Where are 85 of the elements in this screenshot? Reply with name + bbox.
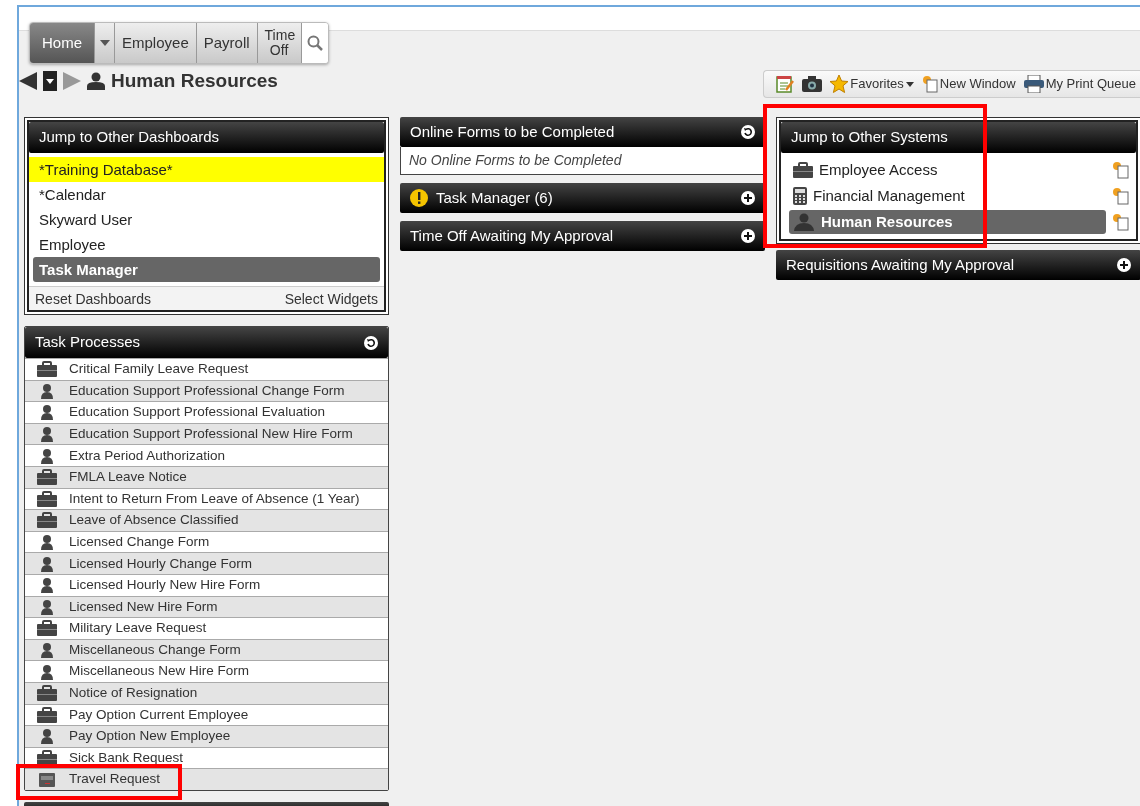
person-icon [40,534,54,551]
back-arrow-icon[interactable] [19,72,37,91]
dashboard-item[interactable]: Task Manager [33,257,380,282]
expand-icon[interactable] [741,191,755,205]
nav-tab[interactable]: Employee [115,23,197,63]
task-process-item[interactable]: Extra Period Authorization [25,444,388,466]
printer-icon [1023,75,1044,93]
notepad-icon[interactable] [776,75,795,93]
task-process-item[interactable]: Leave of Absence Classified [25,509,388,531]
task-process-item[interactable]: Pay Option New Employee [25,725,388,747]
task-process-item[interactable]: Miscellaneous Change Form [25,638,388,661]
task-process-item[interactable]: Notice of Resignation [25,681,388,704]
briefcase-icon [793,162,813,178]
task-process-item[interactable]: Licensed Hourly New Hire Form [25,573,388,596]
camera-icon[interactable] [802,76,823,92]
nav-tab[interactable]: Time Off [257,23,302,63]
panel-title: Jump to Other Dashboards [39,127,220,148]
new-window-icon [921,75,938,93]
task-process-item[interactable]: Education Support Professional Change Form [25,379,388,402]
system-link[interactable]: Human Resources [789,210,1106,234]
refresh-icon[interactable] [741,125,755,139]
person-icon [40,426,54,443]
briefcase-icon [37,620,57,637]
expand-icon[interactable] [1117,258,1131,272]
caret-icon[interactable] [99,40,110,46]
dashboard-item[interactable]: Employee [29,232,384,257]
page-title: Human Resources [111,69,278,93]
refresh-icon[interactable] [364,335,378,350]
panel-title: Time Off Awaiting My Approval [410,225,614,246]
system-link[interactable]: Financial Management [789,184,1106,208]
nav-tab[interactable]: Home [30,23,95,63]
dropdown-icon[interactable] [43,71,57,92]
dashboard-item[interactable]: *Training Database* [29,157,384,182]
system-link[interactable]: Employee Access [789,158,1106,182]
briefcase-icon [37,361,57,378]
task-process-item[interactable]: Licensed New Hire Form [25,595,388,618]
task-process-item[interactable]: Military Leave Request [25,617,388,639]
panel-title: Task Processes [35,332,141,353]
task-process-item[interactable]: Critical Family Leave Request [25,358,388,380]
empty-message: No Online Forms to be Completed [400,147,765,175]
new-window-button[interactable]: New Window [921,74,1016,94]
briefcase-icon [37,490,57,507]
briefcase-icon [37,469,57,486]
panel-title: Task Manager (6) [436,187,553,208]
briefcase-icon [37,750,57,766]
person-icon [40,382,54,399]
panel-title: Requisitions Awaiting My Approval [786,254,1015,275]
caret-icon [905,81,914,87]
dashboard-item[interactable]: Skyward User [29,207,384,232]
search-icon[interactable] [306,35,323,51]
panel-title: Online Forms to be Completed [410,121,615,142]
person-icon [40,404,54,421]
print-queue-button[interactable]: My Print Queue [1023,74,1136,94]
person-icon [40,642,54,658]
new-window-icon[interactable] [1112,187,1130,205]
person-icon [793,213,815,231]
expand-icon[interactable] [741,229,755,243]
task-process-item[interactable]: Travel Request [25,768,388,790]
briefcase-icon [37,685,57,702]
task-process-item[interactable]: Education Support Professional New Hire Form [25,422,388,445]
task-process-item[interactable]: Licensed Hourly Change Form [25,552,388,574]
briefcase-icon [37,706,57,723]
panel-title: Jump to Other Systems [791,127,948,148]
card-icon [39,772,55,787]
person-icon [40,663,54,680]
briefcase-icon [37,512,57,529]
task-process-item[interactable]: Education Support Professional Evaluation [25,401,388,423]
favorites-menu[interactable]: Favorites [830,74,914,94]
task-process-item[interactable]: Miscellaneous New Hire Form [25,660,388,682]
person-icon [40,555,54,572]
person-icon [40,577,54,594]
new-window-icon[interactable] [1112,213,1130,231]
person-icon [40,598,54,615]
person-icon [87,72,105,91]
task-process-item[interactable]: FMLA Leave Notice [25,465,388,488]
calculator-icon [793,187,807,205]
footer-link[interactable]: Reset Dashboards [35,287,151,310]
alert-icon [410,189,428,207]
person-icon [40,447,54,464]
dashboard-item[interactable]: *Calendar [29,182,384,207]
nav-tab[interactable]: Payroll [196,23,258,63]
new-window-icon[interactable] [1112,161,1130,179]
person-icon [40,728,54,745]
star-icon [830,75,849,93]
footer-link[interactable]: Select Widgets [284,287,378,310]
